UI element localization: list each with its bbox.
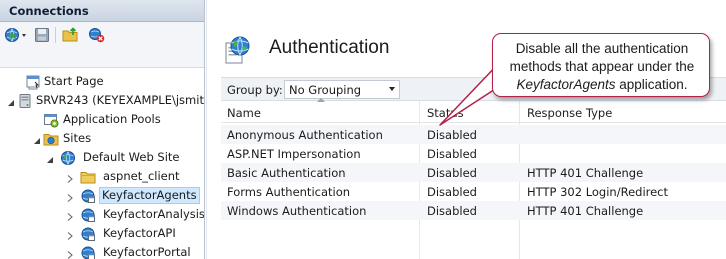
collapsed-chevron-icon[interactable]	[66, 210, 74, 221]
tree-item-aspnet-client[interactable]: aspnet_client	[0, 167, 204, 186]
connect-icon[interactable]	[4, 27, 30, 43]
column-header-status[interactable]: Status	[427, 106, 464, 120]
list-header: Name Status Response Type	[221, 98, 726, 123]
group-by-label: Group by:	[227, 83, 283, 97]
auth-name-cell: Anonymous Authentication	[227, 128, 383, 142]
collapsed-chevron-icon[interactable]	[66, 248, 74, 259]
table-row[interactable]: ASP.NET Impersonation Disabled	[221, 144, 726, 163]
folder-icon	[80, 169, 96, 185]
expanded-chevron-icon[interactable]	[7, 96, 15, 106]
callout-line: methods that appear under the	[509, 59, 695, 74]
connections-toolbar	[0, 22, 204, 68]
connections-pane: Connections Start Page SRVR243 (KEYEXAMP…	[0, 0, 205, 259]
callout-line: Disable all the authentication	[515, 41, 689, 56]
group-by-select[interactable]: No Grouping	[284, 80, 400, 99]
tree-item-keyfactorportal[interactable]: KeyfactorPortal	[0, 243, 204, 259]
connections-header: Connections	[0, 0, 204, 22]
auth-status-cell: Disabled	[427, 204, 477, 218]
group-by-value: No Grouping	[289, 83, 362, 97]
authentication-icon	[222, 34, 254, 66]
tree-item-keyfactoranalysis[interactable]: KeyfactorAnalysis	[0, 205, 205, 224]
table-row[interactable]: Windows Authentication Disabled HTTP 401…	[221, 201, 726, 220]
application-icon	[80, 245, 96, 259]
tree-item-application-pools[interactable]: Application Pools	[0, 110, 204, 129]
tree-item-label: Default Web Site	[83, 150, 180, 164]
tree-item-label: KeyfactorPortal	[103, 245, 191, 259]
expanded-chevron-icon[interactable]	[33, 134, 41, 144]
tree-item-start-page[interactable]: Start Page	[0, 72, 204, 91]
tree-item-label: KeyfactorAnalysis	[103, 207, 205, 221]
globe-icon	[60, 150, 76, 166]
tree-item-label: Sites	[63, 131, 92, 145]
tree-item-sites[interactable]: Sites	[0, 129, 204, 148]
table-row[interactable]: Basic Authentication Disabled HTTP 401 C…	[221, 163, 726, 182]
callout-line-rest: application.	[615, 77, 688, 92]
column-header-name[interactable]: Name	[227, 106, 261, 120]
auth-name-cell: ASP.NET Impersonation	[227, 147, 361, 161]
tree-item-keyfactoragents[interactable]: KeyfactorAgents	[0, 186, 204, 205]
column-header-response-type[interactable]: Response Type	[527, 106, 612, 120]
save-icon[interactable]	[34, 27, 50, 43]
auth-status-cell: Disabled	[427, 128, 477, 142]
instruction-callout: Disable all the authentication methods t…	[492, 33, 710, 97]
collapsed-chevron-icon[interactable]	[66, 172, 74, 183]
application-icon	[80, 207, 96, 223]
auth-name-cell: Forms Authentication	[227, 185, 351, 199]
auth-response-cell: HTTP 401 Challenge	[527, 166, 644, 180]
tree-item-label: aspnet_client	[103, 169, 180, 183]
auth-status-cell: Disabled	[427, 166, 477, 180]
collapsed-chevron-icon[interactable]	[66, 229, 74, 240]
collapsed-chevron-icon[interactable]	[66, 191, 74, 202]
auth-response-cell: HTTP 302 Login/Redirect	[527, 185, 669, 199]
tree-item-label: Application Pools	[63, 112, 161, 126]
auth-name-cell: Windows Authentication	[227, 204, 367, 218]
auth-name-cell: Basic Authentication	[227, 166, 346, 180]
chevron-down-icon	[389, 87, 395, 91]
auth-status-cell: Disabled	[427, 147, 477, 161]
delete-connection-icon[interactable]	[88, 27, 106, 43]
tree-item-keyfactorapi[interactable]: KeyfactorAPI	[0, 224, 204, 243]
server-icon	[17, 93, 33, 109]
table-row[interactable]: Anonymous Authentication Disabled	[221, 125, 726, 144]
callout-emphasis: KeyfactorAgents	[516, 77, 616, 92]
auth-status-cell: Disabled	[427, 185, 477, 199]
tree-item-server[interactable]: SRVR243 (KEYEXAMPLE\jsmit	[0, 91, 204, 110]
sites-folder-icon	[43, 131, 59, 147]
app-pools-icon	[43, 112, 59, 128]
tree-item-default-web-site[interactable]: Default Web Site	[0, 148, 204, 167]
callout-line: KeyfactorAgents application.	[493, 76, 711, 94]
authentication-list: Name Status Response Type Anonymous Auth…	[221, 98, 726, 259]
expanded-chevron-icon[interactable]	[46, 153, 54, 163]
tree-item-label: Start Page	[44, 74, 104, 88]
application-icon	[80, 188, 96, 204]
application-icon	[80, 226, 96, 242]
sort-ascending-icon	[317, 98, 325, 102]
tree-item-label: SRVR243 (KEYEXAMPLE\jsmit	[36, 93, 204, 107]
callout-text: Disable all the authentication methods t…	[493, 40, 711, 94]
auth-response-cell: HTTP 401 Challenge	[527, 204, 644, 218]
toolbar-divider	[55, 27, 56, 43]
start-page-icon	[25, 74, 41, 90]
table-row[interactable]: Forms Authentication Disabled HTTP 302 L…	[221, 182, 726, 201]
tree-item-label: KeyfactorAPI	[103, 226, 176, 240]
tree-item-label: KeyfactorAgents	[99, 187, 200, 204]
up-folder-icon[interactable]	[62, 27, 80, 43]
page-title: Authentication	[269, 37, 390, 58]
